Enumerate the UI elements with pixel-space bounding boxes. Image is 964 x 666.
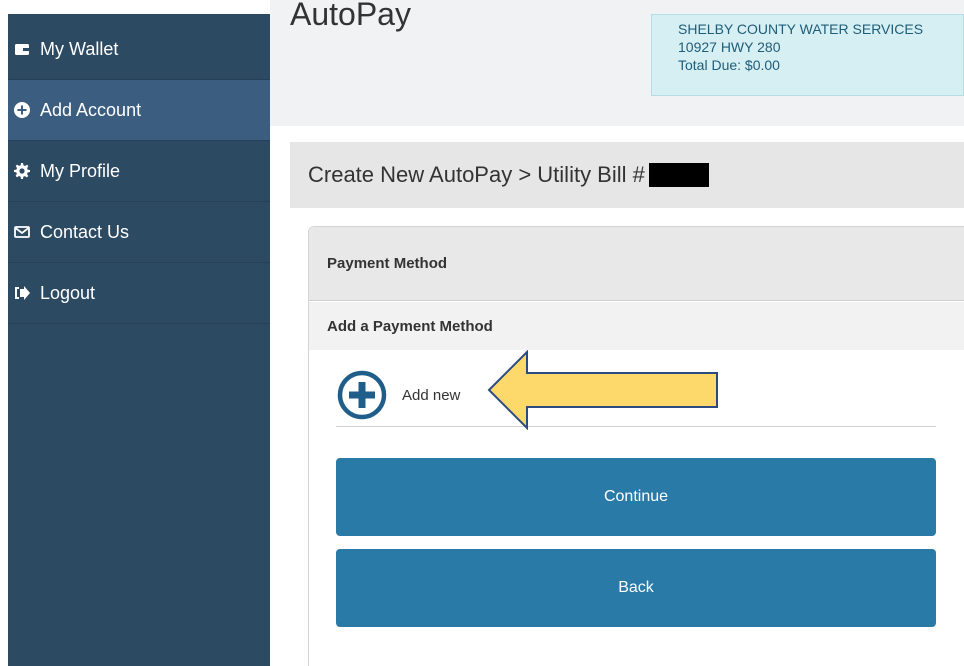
account-total-due: Total Due: $0.00 bbox=[678, 57, 780, 73]
sidebar-item-label: Logout bbox=[40, 282, 96, 303]
sidebar-top-strip bbox=[8, 0, 270, 14]
account-address: 10927 HWY 280 bbox=[678, 39, 781, 55]
account-name: SHELBY COUNTY WATER SERVICES bbox=[678, 21, 924, 37]
plus-circle-icon[interactable] bbox=[336, 369, 388, 421]
panel-subheading: Add a Payment Method bbox=[309, 302, 964, 350]
gear-icon bbox=[14, 163, 30, 179]
sidebar-item-label: Contact Us bbox=[40, 221, 130, 242]
add-new-label: Add new bbox=[402, 386, 461, 404]
continue-button[interactable]: Continue bbox=[336, 458, 936, 536]
sidebar: My Wallet Add Account My Profile Contact… bbox=[8, 0, 270, 666]
breadcrumb: Create New AutoPay > Utility Bill # bbox=[290, 142, 964, 208]
sidebar-item-logout[interactable]: Logout bbox=[8, 263, 270, 324]
breadcrumb-text: Create New AutoPay > Utility Bill # bbox=[308, 162, 645, 187]
account-summary: SHELBY COUNTY WATER SERVICES 10927 HWY 2… bbox=[651, 14, 964, 96]
arrow-annotation-icon bbox=[487, 350, 718, 430]
sidebar-item-label: Add Account bbox=[40, 99, 142, 120]
sidebar-item-label: My Profile bbox=[40, 160, 121, 181]
panel-heading: Payment Method bbox=[309, 227, 964, 301]
redacted-bill-number bbox=[648, 163, 709, 187]
envelope-icon bbox=[14, 224, 30, 240]
back-button[interactable]: Back bbox=[336, 549, 936, 627]
sidebar-item-my-wallet[interactable]: My Wallet bbox=[8, 19, 270, 80]
wallet-icon bbox=[14, 41, 30, 57]
sidebar-item-contact-us[interactable]: Contact Us bbox=[8, 202, 270, 263]
plus-circle-icon bbox=[14, 102, 30, 118]
sidebar-item-add-account[interactable]: Add Account bbox=[8, 80, 270, 141]
logout-icon bbox=[14, 285, 30, 301]
sidebar-item-label: My Wallet bbox=[40, 38, 119, 59]
sidebar-item-my-profile[interactable]: My Profile bbox=[8, 141, 270, 202]
page-title: AutoPay bbox=[290, 0, 411, 32]
